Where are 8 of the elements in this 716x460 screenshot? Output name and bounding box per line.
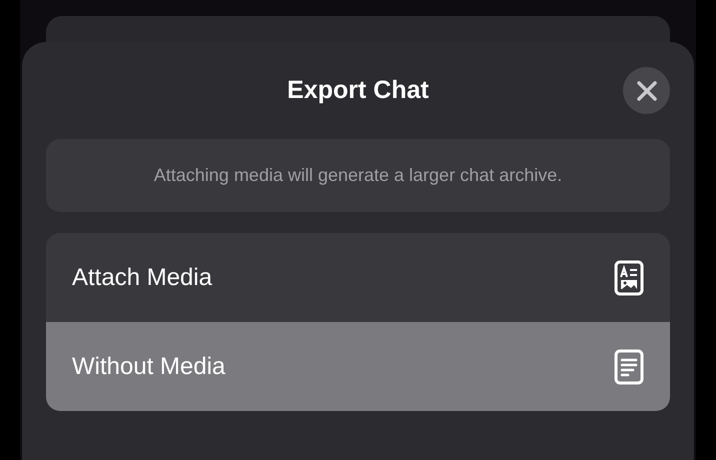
info-message: Attaching media will generate a larger chat archive. [154, 164, 562, 187]
close-button[interactable] [623, 67, 670, 114]
sheet-title: Export Chat [287, 75, 429, 106]
close-icon [636, 80, 656, 100]
document-image-icon [614, 260, 644, 296]
document-icon [614, 348, 644, 384]
export-option[interactable]: Attach Media [46, 233, 670, 322]
export-option[interactable]: Without Media [46, 322, 670, 411]
